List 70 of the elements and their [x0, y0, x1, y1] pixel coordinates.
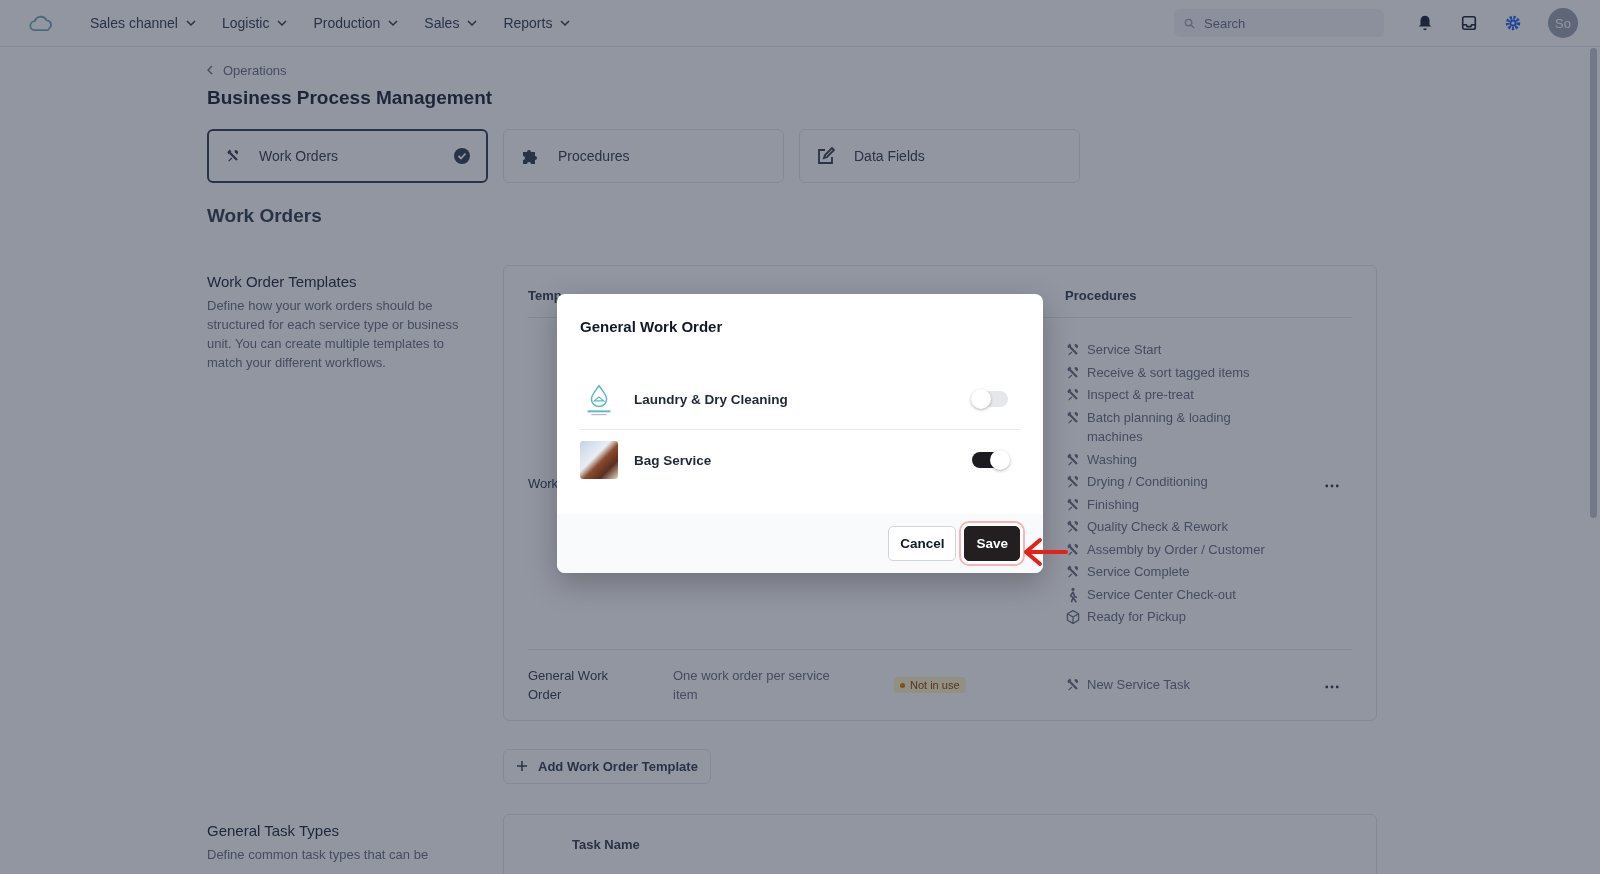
procedure-item: Drying / Conditioning	[1087, 473, 1208, 491]
tools-icon	[1065, 474, 1081, 490]
tab[interactable]: Data Fields	[799, 129, 1080, 183]
nav-menu[interactable]: Production	[313, 15, 399, 31]
procedure-item: Washing	[1087, 450, 1138, 469]
template-description: One work order per service item	[673, 667, 830, 702]
toggle-switch[interactable]	[972, 391, 1008, 407]
nav-menu[interactable]: Sales channel	[90, 15, 196, 31]
subsection-description: Define how your work orders should be structured for each service type or business unit. You can create multiple templates to match your different workflows.	[207, 297, 460, 372]
tools-icon	[1065, 387, 1081, 403]
subsection-title: General Task Types	[207, 821, 341, 839]
settings-icon[interactable]	[1504, 14, 1522, 32]
tab[interactable]: Procedures	[503, 129, 784, 183]
tools-icon	[1065, 364, 1081, 381]
template-name: General Work Order	[528, 666, 609, 704]
tools-icon	[1065, 496, 1081, 513]
section-heading: Work Orders	[207, 205, 323, 227]
procedure-item: Ready for Pickup	[1087, 608, 1186, 626]
column-header: Task Name	[572, 836, 640, 852]
nav-menu[interactable]: Logistic	[221, 15, 288, 31]
add-template-button[interactable]: Add Work Order Template	[503, 748, 711, 784]
check-circle-icon	[454, 148, 470, 164]
nav-menu[interactable]: Reports	[503, 15, 571, 31]
scrollbar-thumb[interactable]	[1590, 48, 1597, 518]
procedure-item: Finishing	[1087, 495, 1140, 514]
search-field[interactable]: Search	[1174, 9, 1384, 37]
breadcrumb-link[interactable]: Operations	[207, 62, 287, 78]
column-header: Procedures	[1065, 288, 1138, 303]
status-badge: Not in use	[894, 677, 966, 694]
chevron-down-icon	[467, 20, 478, 26]
arrow-annotation	[1022, 537, 1068, 567]
procedure-item: Service Start	[1087, 341, 1162, 359]
procedure-item: Quality Check & Rework	[1087, 518, 1228, 536]
tools-icon	[1065, 342, 1081, 358]
tools-icon	[1065, 451, 1081, 468]
subsection-description: Define common task types that can be	[207, 845, 430, 864]
tab[interactable]: Work Orders	[207, 129, 488, 183]
toggle-switch[interactable]	[972, 452, 1008, 468]
procedure-item: Receive & sort tagged items	[1087, 363, 1250, 382]
chevron-down-icon	[185, 20, 196, 26]
tools-icon	[1065, 564, 1081, 580]
chevron-down-icon	[277, 20, 288, 26]
inbox-icon[interactable]	[1460, 14, 1478, 32]
chevron-left-icon	[207, 65, 213, 75]
tools-icon	[1065, 409, 1081, 426]
tools-icon	[225, 148, 241, 164]
plus-icon	[516, 760, 528, 772]
procedure-item: Assembly by Order / Customer	[1087, 540, 1265, 559]
photo-placeholder	[580, 441, 618, 479]
edit-icon	[816, 146, 836, 166]
service-name: Laundry & Dry Cleaning	[634, 391, 789, 407]
chevron-down-icon	[560, 20, 571, 26]
cancel-button[interactable]: Cancel	[888, 526, 957, 561]
subsection-title: Work Order Templates	[207, 273, 358, 290]
procedure-item: New Service Task	[1087, 675, 1191, 694]
tools-icon	[1065, 676, 1081, 693]
tools-icon	[1065, 519, 1081, 535]
template-name: Work	[528, 474, 560, 493]
service-name: Bag Service	[634, 452, 713, 468]
tools-icon	[1065, 541, 1081, 558]
nav-menu[interactable]: Sales	[424, 15, 478, 31]
box-icon	[1065, 609, 1081, 625]
procedure-item: Batch planning & loading machines	[1087, 408, 1232, 446]
page-title: Business Process Management	[207, 87, 494, 109]
bell-icon[interactable]	[1416, 14, 1434, 32]
procedure-item: Service Center Check-out	[1087, 585, 1236, 604]
modal-title: General Work Order	[580, 318, 724, 335]
procedure-item: Inspect & pre-treat	[1087, 386, 1194, 404]
procedure-item: Service Complete	[1087, 563, 1190, 581]
chevron-down-icon	[388, 20, 399, 26]
